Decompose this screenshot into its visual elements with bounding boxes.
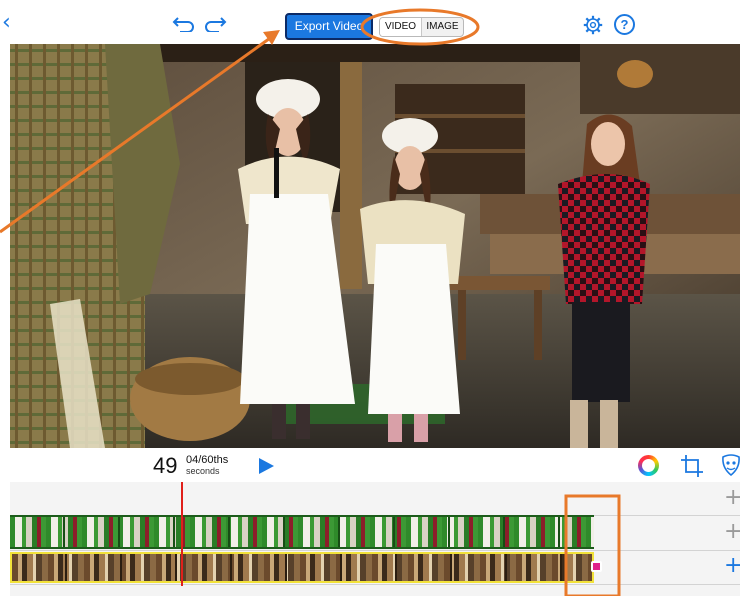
color-wheel-icon[interactable] [638,455,659,476]
export-video-button[interactable]: Export Video [285,13,373,40]
clip-end-handle[interactable] [591,561,602,572]
redo-icon[interactable] [203,14,227,37]
add-track-button[interactable]: + [724,555,740,577]
mask-icon[interactable] [721,454,740,477]
tab-video[interactable]: VIDEO [380,18,421,36]
time-unit-label: seconds [186,466,220,476]
add-track-button[interactable]: + [724,487,740,509]
crop-icon[interactable] [680,454,704,482]
help-icon[interactable]: ? [614,14,635,35]
add-track-button[interactable]: + [724,521,740,543]
chevron-left-icon[interactable]: ‹ [2,12,11,34]
gear-icon[interactable] [583,15,603,35]
time-fraction: 04/60ths [186,454,229,466]
mode-segmented-control: VIDEO IMAGE [379,17,464,37]
play-icon[interactable] [259,458,274,474]
transport-bar: 49 04/60ths seconds [10,448,740,482]
time-seconds: 49 [153,453,178,478]
top-toolbar: ‹ Export Video VIDEO IMAGE ? [0,0,740,48]
playhead[interactable] [181,482,183,586]
tab-image[interactable]: IMAGE [421,18,463,36]
green-screen-clip[interactable] [10,515,594,549]
preview-frame [10,44,740,448]
track-divider [10,550,740,551]
background-clip[interactable] [10,552,594,583]
undo-icon[interactable] [172,14,196,37]
video-preview[interactable] [10,44,740,448]
timeline[interactable]: + + + [10,482,740,596]
track-divider [10,584,740,585]
